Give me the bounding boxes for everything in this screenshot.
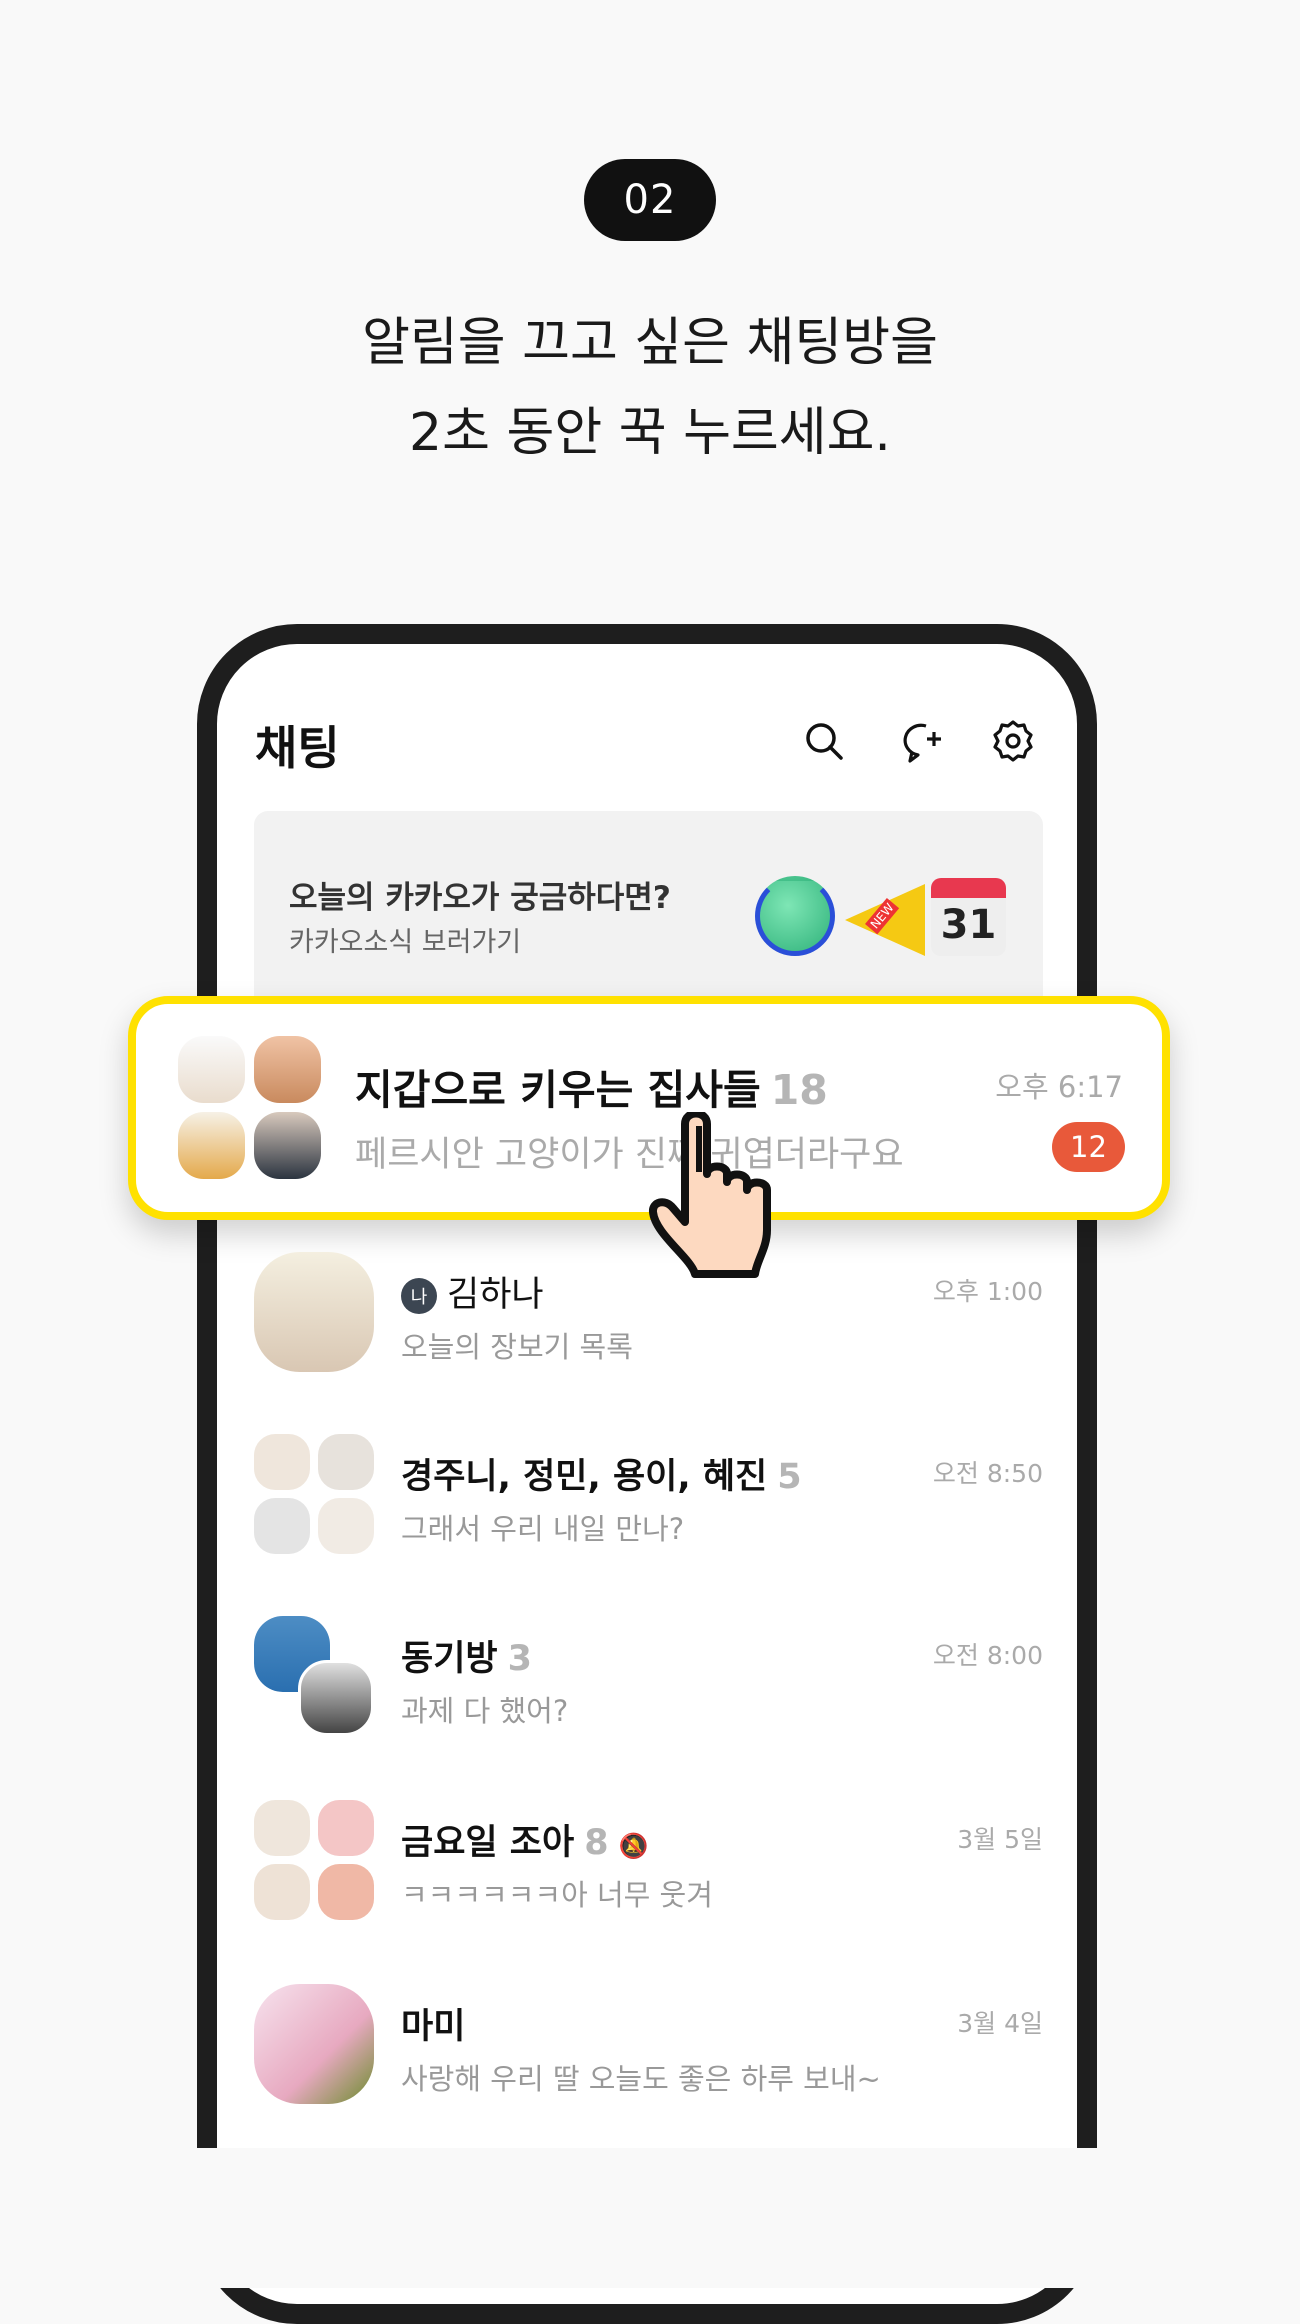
step-badge: 02 (584, 159, 716, 241)
avatar (254, 1036, 321, 1103)
banner-title: 오늘의 카카오가 궁금하다면? (289, 880, 671, 916)
banner-subtitle[interactable]: 카카오소식 보러가기 (289, 920, 521, 959)
chat-message: 페르시안 고양이가 진짜 귀엽더라구요 (355, 1135, 904, 1175)
chat-row[interactable] (217, 1967, 1077, 2137)
search-icon[interactable] (799, 716, 849, 766)
chat-row[interactable] (217, 1417, 1077, 1587)
megaphone-icon: NEW (845, 884, 925, 956)
page-title: 채팅 (255, 721, 340, 775)
chat-name: 지갑으로 키우는 집사들 18 (355, 1066, 828, 1114)
mascot-icon (755, 876, 835, 956)
chat-time: 오후 6:17 (995, 1070, 1123, 1104)
avatar (254, 1112, 321, 1179)
avatar (178, 1036, 245, 1103)
chat-row[interactable] (217, 1783, 1077, 1953)
chat-row[interactable] (217, 1235, 1077, 1405)
headline-line-2: 2초 동안 꾹 누르세요. (409, 403, 891, 463)
calendar-icon: 31 (931, 878, 1006, 956)
headline-line-1: 알림을 끄고 싶은 채팅방을 (362, 313, 938, 373)
unread-badge: 12 (1052, 1122, 1125, 1172)
settings-icon[interactable] (988, 716, 1038, 766)
avatar (178, 1112, 245, 1179)
chat-row[interactable] (217, 1599, 1077, 1769)
new-chat-icon[interactable] (896, 716, 946, 766)
page-bottom (0, 2148, 1300, 2288)
